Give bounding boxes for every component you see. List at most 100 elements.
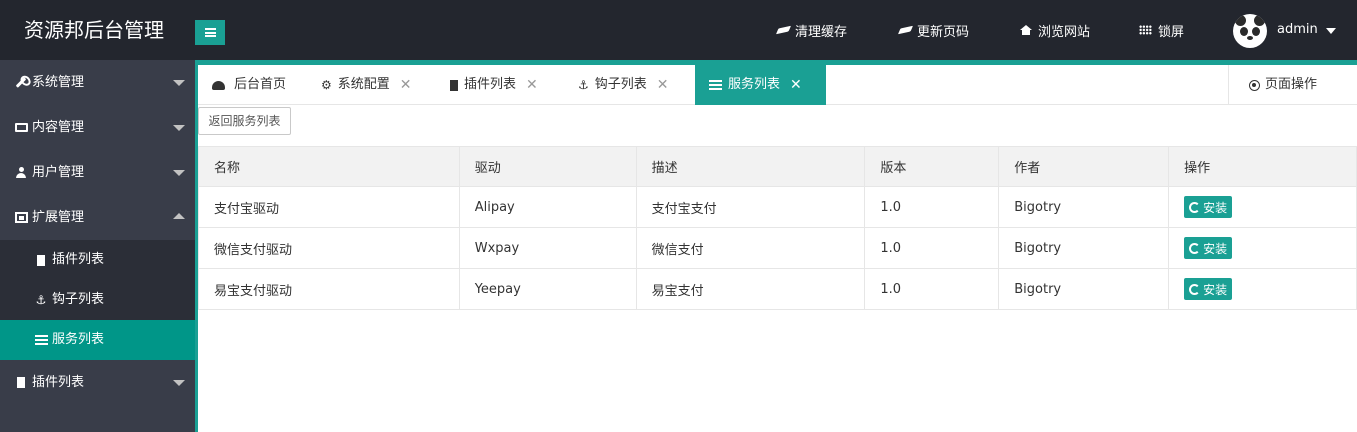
sidebar: 系统管理 内容管理 用户管理 扩展管理 插件列表 ⚓ 钩子列表 服务列表 插件列… (0, 60, 195, 432)
column-header: 名称 (198, 146, 460, 187)
avatar-ear (1235, 15, 1246, 26)
chip-icon (450, 79, 458, 91)
column-header: 版本 (864, 146, 1000, 187)
tab-label: 钩子列表 (594, 77, 647, 92)
close-icon[interactable]: ✕ (790, 65, 802, 105)
eraser-icon (775, 25, 792, 35)
sidebar-item-plugin-list[interactable]: 插件列表 (0, 360, 195, 405)
sidebar-item-label: 用户管理 (32, 165, 85, 180)
tab-label: 后台首页 (234, 77, 287, 92)
clear-cache-link[interactable]: 清理缓存 (775, 0, 848, 60)
tab-dashboard[interactable]: 后台首页 (212, 65, 286, 105)
avatar-nose (1247, 36, 1253, 40)
refresh-icon (1189, 283, 1201, 295)
cell-description: 微信支付 (635, 227, 866, 269)
expand-icon (14, 212, 28, 223)
sidebar-subitem-label: 钩子列表 (52, 292, 105, 307)
sidebar-item-label: 内容管理 (32, 120, 85, 135)
tab-plugins[interactable]: 插件列表 ✕ (450, 65, 538, 105)
install-button[interactable]: 安装 (1184, 196, 1233, 218)
chevron-down-icon (173, 125, 185, 131)
anchor-icon: ⚓ (578, 78, 589, 92)
tab-system-config[interactable]: ⚙ 系统配置 ✕ (321, 65, 412, 105)
sidebar-item-content[interactable]: 内容管理 (0, 105, 195, 150)
monitor-icon (14, 123, 28, 132)
update-page-link[interactable]: 更新页码 (897, 0, 970, 60)
chip-icon (17, 377, 25, 388)
chevron-down-icon (173, 170, 185, 176)
list-icon (709, 80, 722, 90)
sidebar-subitem-plugins[interactable]: 插件列表 (0, 240, 195, 280)
lock-screen-link[interactable]: 锁屏 (1139, 0, 1184, 60)
cell-description: 易宝支付 (635, 268, 866, 310)
sidebar-subitem-services[interactable]: 服务列表 (0, 320, 195, 360)
sidebar-subitem-label: 插件列表 (52, 252, 105, 267)
page-operations-label: 页面操作 (1265, 77, 1318, 92)
column-header: 驱动 (458, 146, 637, 187)
sidebar-item-label: 插件列表 (32, 375, 85, 390)
cell-author: Bigotry (998, 227, 1170, 269)
tab-label: 系统配置 (337, 77, 390, 92)
clear-cache-label: 清理缓存 (795, 24, 848, 40)
menu-icon (204, 28, 216, 37)
install-label: 安装 (1203, 200, 1228, 215)
sidebar-item-users[interactable]: 用户管理 (0, 150, 195, 195)
cell-version: 1.0 (864, 186, 1000, 228)
cell-name: 微信支付驱动 (198, 227, 460, 269)
tab-label: 插件列表 (464, 77, 517, 92)
cell-action: 安装 (1168, 268, 1357, 310)
close-icon[interactable]: ✕ (657, 65, 669, 105)
browse-site-link[interactable]: 浏览网站 (1020, 0, 1090, 60)
chevron-up-icon (173, 213, 185, 219)
cell-name: 易宝支付驱动 (198, 268, 460, 310)
top-header: 资源邦后台管理 清理缓存 更新页码 浏览网站 锁屏 admin (0, 0, 1357, 60)
list-icon (34, 335, 48, 345)
chevron-down-icon[interactable] (1326, 28, 1336, 34)
chip-icon (37, 254, 45, 266)
update-page-label: 更新页码 (917, 24, 970, 40)
tab-services[interactable]: 服务列表 ✕ (695, 65, 826, 105)
dashboard-icon (212, 80, 225, 90)
tab-bar: 后台首页 ⚙ 系统配置 ✕ 插件列表 ✕ ⚓ 钩子列表 ✕ 服务列表 ✕ 页面操… (198, 65, 1357, 105)
avatar[interactable] (1233, 14, 1267, 48)
sidebar-item-label: 扩展管理 (32, 210, 85, 225)
home-icon (1020, 25, 1032, 35)
back-to-services-button[interactable]: 返回服务列表 (198, 107, 291, 135)
logo[interactable]: 资源邦后台管理 (0, 0, 195, 60)
cell-version: 1.0 (864, 268, 1000, 310)
column-header: 操作 (1168, 146, 1357, 187)
cell-driver: Alipay (458, 186, 637, 228)
cell-driver: Yeepay (458, 268, 637, 310)
column-header: 描述 (635, 146, 866, 187)
sidebar-item-extensions[interactable]: 扩展管理 (0, 195, 195, 240)
chevron-down-icon (173, 380, 185, 386)
wrench-icon (15, 77, 27, 88)
cell-description: 支付宝支付 (635, 186, 866, 228)
eraser-icon (897, 25, 914, 35)
table-row: 易宝支付驱动 Yeepay 易宝支付 1.0 Bigotry 安装 (198, 268, 1357, 310)
refresh-icon (1189, 201, 1201, 213)
sidebar-submenu: 插件列表 ⚓ 钩子列表 服务列表 (0, 240, 195, 360)
lock-screen-label: 锁屏 (1158, 24, 1185, 40)
table-row: 微信支付驱动 Wxpay 微信支付 1.0 Bigotry 安装 (198, 227, 1357, 269)
close-icon[interactable]: ✕ (526, 65, 538, 105)
cell-driver: Wxpay (458, 227, 637, 269)
grid-icon (1139, 25, 1152, 35)
column-header: 作者 (998, 146, 1170, 187)
table-header-row: 名称 驱动 描述 版本 作者 操作 (198, 146, 1357, 187)
services-table: 名称 驱动 描述 版本 作者 操作 支付宝驱动 Alipay 支付宝支付 1.0… (198, 146, 1357, 310)
gear-icon: ⚙ (321, 78, 332, 92)
cell-action: 安装 (1168, 186, 1357, 228)
avatar-eye (1240, 27, 1248, 36)
anchor-icon: ⚓ (35, 293, 47, 307)
user-name[interactable]: admin (1277, 0, 1318, 60)
tab-hooks[interactable]: ⚓ 钩子列表 ✕ (578, 65, 669, 105)
page-operations-menu[interactable]: 页面操作 (1228, 65, 1357, 105)
sidebar-toggle-button[interactable] (195, 20, 225, 45)
close-icon[interactable]: ✕ (400, 65, 412, 105)
cell-action: 安装 (1168, 227, 1357, 269)
sidebar-subitem-hooks[interactable]: ⚓ 钩子列表 (0, 280, 195, 320)
sidebar-item-system[interactable]: 系统管理 (0, 60, 195, 105)
install-button[interactable]: 安装 (1184, 237, 1233, 259)
install-button[interactable]: 安装 (1184, 278, 1233, 300)
